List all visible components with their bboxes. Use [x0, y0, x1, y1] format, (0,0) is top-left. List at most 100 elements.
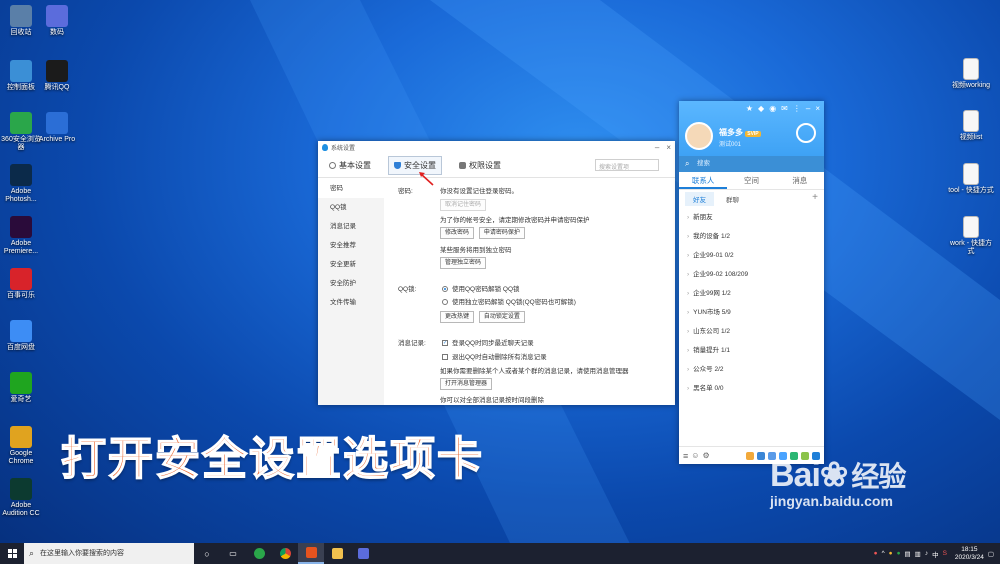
desktop-icon-pepsi[interactable]: 百事可乐 — [0, 268, 44, 300]
taskbar-app-other[interactable] — [350, 543, 376, 564]
taskbar-search-input[interactable]: 在这里输入你要搜索的内容 — [24, 543, 194, 564]
settings-search-input[interactable]: 搜索设置项 — [595, 159, 659, 171]
show-hidden-icon[interactable]: ^ — [882, 550, 885, 557]
tab-qzone[interactable]: 空间 — [727, 172, 775, 189]
settings-titlebar[interactable]: 系统设置 – × — [318, 141, 675, 154]
paw-icon: ❀ — [819, 456, 848, 494]
friend-group[interactable]: › 新朋友 — [679, 208, 824, 227]
desktop-icon-file[interactable]: work - 快捷方式 — [948, 216, 994, 256]
gift-icon[interactable]: ◆ — [758, 104, 764, 113]
tray-app-icon[interactable]: ● — [897, 550, 901, 557]
friend-group[interactable]: › 企业99网 1/2 — [679, 284, 824, 303]
desktop-icon-audition[interactable]: Adobe Audition CC — [0, 478, 44, 518]
friend-group[interactable]: › YUN市场 5/9 — [679, 303, 824, 322]
settings-icon[interactable]: ⚙ — [702, 451, 709, 460]
clock[interactable]: 18:15 2020/3/24 — [955, 546, 984, 562]
desktop-icon-label: Adobe Audition CC — [2, 502, 40, 517]
taskbar-app-explorer[interactable] — [324, 543, 350, 564]
tray-app-icon[interactable]: ▤ — [905, 550, 911, 558]
delete-on-exit-checkbox[interactable]: 退出QQ时自动删除所有消息记录 — [442, 351, 547, 361]
pepsi-icon — [10, 268, 32, 290]
desktop-icon-iqiyi[interactable]: 爱奇艺 — [0, 372, 44, 404]
sidebar-item[interactable]: 消息记录 — [318, 217, 384, 236]
desktop-icon-file[interactable]: 视频list — [948, 110, 994, 142]
menu-icon[interactable]: ≡ — [683, 451, 688, 461]
subtab-groups[interactable]: 群聊 — [718, 192, 747, 206]
tab-messages[interactable]: 消息 — [776, 172, 824, 189]
minimize-icon[interactable]: – — [806, 104, 810, 113]
desktop-icon-qq[interactable]: 腾讯QQ — [34, 60, 80, 92]
desktop-icon-chrome[interactable]: Google Chrome — [0, 426, 44, 466]
sidebar-item[interactable]: 密码 — [318, 179, 384, 198]
auto-lock-settings-button[interactable]: 自动锁定设置 — [478, 311, 525, 323]
input-method-icon[interactable]: S — [943, 550, 947, 557]
friend-group[interactable]: › 我的设备 1/2 — [679, 227, 824, 246]
taskbar-app-multitask[interactable]: ▭ — [220, 543, 246, 564]
desktop-icon-app[interactable]: 数码 — [34, 5, 80, 37]
radio-icon — [442, 299, 448, 306]
settings-tabbar: 基本设置 安全设置 权限设置 搜索设置项 — [318, 154, 675, 178]
friend-group[interactable]: › 黑名单 0/0 — [679, 379, 824, 398]
vip-star-icon[interactable]: ★ — [746, 104, 753, 113]
tray-app-icon[interactable]: ● — [889, 550, 893, 557]
mail-icon[interactable]: ✉ — [781, 104, 788, 113]
lock-option-qq-password[interactable]: 使用QQ密码解锁 QQ锁 — [442, 283, 520, 293]
input-language[interactable]: 中 — [932, 549, 939, 559]
qq-search-input[interactable]: 搜索 — [679, 156, 824, 172]
volume-icon[interactable]: ♪ — [925, 550, 928, 557]
friend-group[interactable]: › 公众号 2/2 — [679, 360, 824, 379]
friend-group[interactable]: › 企业99-01 0/2 — [679, 246, 824, 265]
open-message-manager-button[interactable]: 打开消息管理器 — [440, 378, 493, 390]
network-icon[interactable]: ▥ — [915, 550, 921, 558]
friend-group[interactable]: › 销量提升 1/1 — [679, 341, 824, 360]
desktop-icon-photoshop[interactable]: Adobe Photosh... — [0, 164, 44, 204]
desktop-icon-baidu-netdisk[interactable]: 百度网盘 — [0, 320, 44, 352]
sidebar-item[interactable]: 安全推荐 — [318, 236, 384, 255]
avatar[interactable] — [685, 122, 713, 150]
contacts-icon[interactable]: ☺ — [691, 451, 699, 460]
notification-icon[interactable]: ▢ — [988, 550, 994, 558]
desktop-icon-archive[interactable]: Archive Pro — [34, 112, 80, 144]
friend-group[interactable]: › 山东公司 1/2 — [679, 322, 824, 341]
cancel-remember-password-button[interactable]: 取消记住密码 — [440, 199, 487, 211]
friend-group[interactable]: › 企业99-02 108/209 — [679, 265, 824, 284]
manage-separate-password-button[interactable]: 管理独立密码 — [440, 257, 487, 269]
minimize-icon[interactable]: – — [655, 143, 659, 152]
change-password-button[interactable]: 修改密码 — [440, 227, 475, 239]
subtab-friends[interactable]: 好友 — [685, 192, 714, 206]
sidebar-item[interactable]: 安全防护 — [318, 274, 384, 293]
desktop-icon-file[interactable]: tool - 快捷方式 — [948, 163, 994, 195]
tab-basic-settings[interactable]: 基本设置 — [324, 157, 376, 174]
tray-app-icon[interactable]: ● — [874, 550, 878, 557]
taskbar-app-qq[interactable] — [298, 543, 324, 564]
add-icon[interactable]: + — [812, 192, 818, 203]
change-hotkey-button[interactable]: 更改热键 — [440, 311, 475, 323]
qq-signature[interactable]: 测试001 — [719, 139, 741, 148]
close-icon[interactable]: × — [666, 143, 671, 152]
sync-recent-chats-checkbox[interactable]: ✓ 登录QQ时同步最近聊天记录 — [442, 337, 534, 347]
browser-360-icon — [10, 112, 32, 134]
apply-protection-button[interactable]: 申请密码保护 — [478, 227, 525, 239]
app-mail-icon[interactable] — [757, 451, 765, 460]
desktop-icon-label: 爱奇艺 — [10, 396, 32, 403]
taskbar-app-360[interactable] — [246, 543, 272, 564]
close-icon[interactable]: × — [815, 104, 820, 113]
skin-icon[interactable]: ◉ — [769, 104, 776, 113]
desktop-icon-file[interactable]: 视频working — [948, 58, 994, 90]
lock-option-separate-password[interactable]: 使用独立密码解锁 QQ锁(QQ密码也可解锁) — [442, 296, 576, 306]
sidebar-item[interactable]: 安全更新 — [318, 255, 384, 274]
taskbar-app-chrome[interactable] — [272, 543, 298, 564]
desktop-icon-premiere[interactable]: Adobe Premiere... — [0, 216, 44, 256]
chevron-right-icon: › — [687, 366, 690, 373]
recycle-bin-icon — [10, 5, 32, 27]
tab-contacts[interactable]: 联系人 — [679, 172, 728, 189]
start-button[interactable] — [0, 543, 24, 564]
sidebar-item[interactable]: 文件传输 — [318, 293, 384, 312]
app-folder-icon[interactable] — [746, 451, 754, 460]
weather-sun-icon[interactable] — [796, 123, 816, 143]
more-icon[interactable]: ⋮ — [793, 104, 801, 113]
lock-option-label: 使用QQ密码解锁 QQ锁 — [452, 286, 520, 293]
tab-permission-settings[interactable]: 权限设置 — [454, 157, 506, 174]
sidebar-item[interactable]: QQ锁 — [318, 198, 384, 217]
task-view-button[interactable]: ○ — [194, 543, 220, 564]
